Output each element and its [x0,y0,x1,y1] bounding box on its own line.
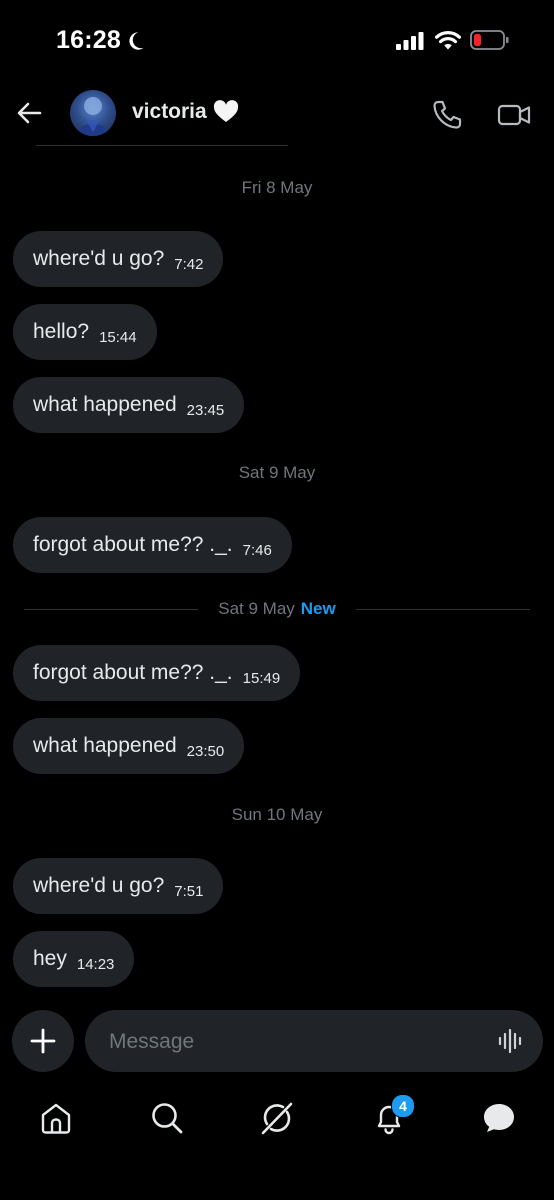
conversation-header: victoria [0,82,554,148]
contact-name: victoria [132,100,207,123]
message-time: 23:45 [186,401,225,419]
grok-icon [261,1102,293,1135]
message-bubble[interactable]: what happened 23:45 [13,377,245,433]
nav-search[interactable] [149,1100,185,1136]
message-bubble[interactable]: forgot about me?? ._. 7:46 [13,517,292,573]
signal-icon [396,32,424,50]
notification-badge: 4 [391,1094,415,1118]
messages-icon [484,1104,514,1132]
message-text: hey [33,947,67,970]
back-arrow-icon [17,102,42,124]
nav-home[interactable] [38,1100,74,1136]
search-icon [152,1103,183,1134]
message-bubble[interactable]: hey 14:23 [13,931,135,987]
avatar[interactable] [70,90,116,136]
message-time: 7:51 [174,882,204,900]
message-bubble[interactable]: what happened 23:50 [13,718,245,774]
add-attachment-button[interactable] [12,1010,74,1072]
video-icon [497,104,531,126]
wifi-icon [435,30,461,50]
message-text: where'd u go? [33,874,165,897]
separator-date: Sat 9 May [218,599,295,618]
plus-icon [30,1028,56,1054]
nav-grok[interactable] [259,1100,295,1136]
phone-icon [433,100,462,129]
message-time: 7:46 [242,541,272,559]
moon-icon [129,32,144,50]
message-time: 14:23 [76,955,115,973]
new-messages-separator: Sat 9 May New [0,598,554,620]
phone-call-button[interactable] [430,98,464,132]
battery-icon [470,30,509,50]
date-separator: Fri 8 May [241,178,313,197]
status-bar: 16:28 [0,0,554,82]
message-bubble[interactable]: hello? 15:44 [13,304,157,360]
voice-message-button[interactable] [497,1027,525,1055]
date-separator: Sun 10 May [231,805,323,824]
message-time: 15:49 [242,669,281,687]
message-time: 15:44 [99,328,137,346]
status-time: 16:28 [56,26,121,54]
home-icon [41,1103,71,1134]
message-composer [85,1010,543,1074]
message-text: where'd u go? [33,247,165,270]
new-label: New [300,599,336,618]
avatar-image [76,97,110,136]
video-call-button[interactable] [496,98,532,132]
message-time: 23:50 [186,742,225,760]
contact-name-link[interactable]: victoria [132,100,239,124]
message-text: forgot about me?? ._. [33,533,233,556]
message-input[interactable] [107,1010,491,1074]
separator-line [356,609,530,610]
message-bubble[interactable]: where'd u go? 7:51 [13,858,224,914]
bottom-navigation: 4 [0,1090,554,1150]
nav-notifications[interactable]: 4 [371,1094,415,1136]
message-text: what happened [33,734,177,757]
nav-messages[interactable] [481,1100,517,1136]
message-text: hello? [33,320,90,343]
message-bubble[interactable]: forgot about me?? ._. 15:49 [13,645,301,701]
message-time: 7:42 [174,255,204,273]
header-divider [36,145,288,146]
date-separator: Sat 9 May [238,463,316,482]
white-heart-icon [213,100,238,122]
message-bubble[interactable]: where'd u go? 7:42 [13,231,224,287]
back-button[interactable] [12,96,46,130]
separator-line [24,609,198,610]
message-text: what happened [33,393,177,416]
voice-wave-icon [498,1028,522,1054]
message-text: forgot about me?? ._. [33,661,233,684]
